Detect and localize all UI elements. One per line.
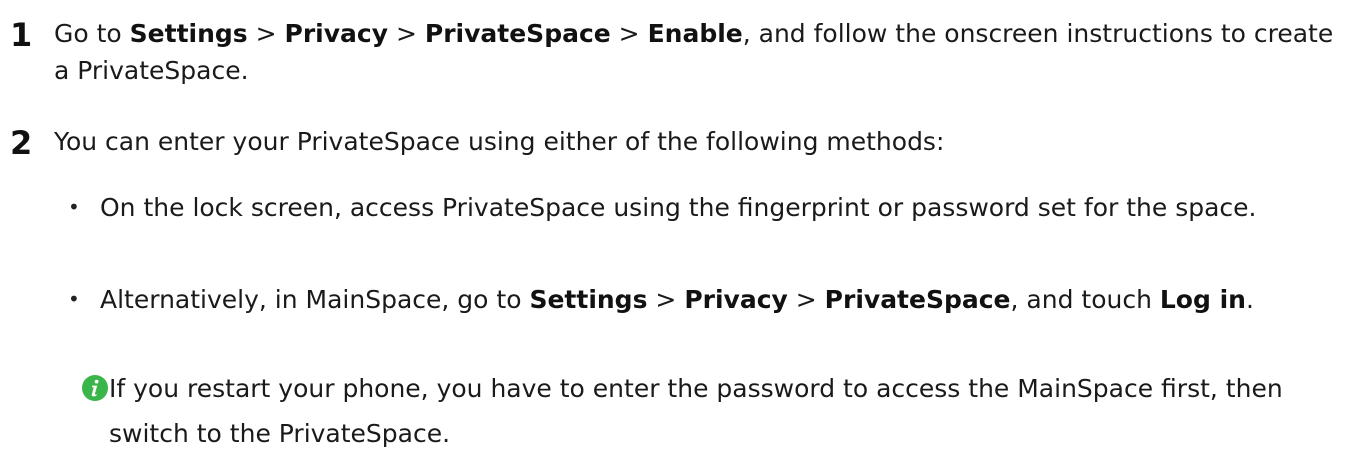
step-number: 1: [10, 16, 33, 54]
step-text: Go to Settings > Privacy > PrivateSpace …: [54, 15, 1339, 89]
bullet-marker: •: [68, 195, 80, 219]
document-page: 1 Go to Settings > Privacy > PrivateSpac…: [0, 0, 1358, 468]
list-item-text: On the lock screen, access PrivateSpace …: [100, 193, 1257, 222]
info-icon: [82, 375, 108, 401]
menu-path-privacy: Privacy: [284, 19, 389, 48]
list-item: • On the lock screen, access PrivateSpac…: [68, 185, 1345, 230]
path-separator: >: [647, 285, 685, 314]
text-segment: .: [1245, 285, 1254, 314]
list-item-text: Alternatively, in MainSpace, go to Setti…: [100, 285, 1254, 314]
bullet-marker: •: [68, 287, 80, 311]
list-item: • Alternatively, in MainSpace, go to Set…: [68, 277, 1345, 322]
step-number: 2: [10, 124, 33, 162]
menu-path-privatespace: PrivateSpace: [824, 285, 1011, 314]
menu-path-enable: Enable: [647, 19, 743, 48]
text-segment: Alternatively, in MainSpace, go to: [100, 285, 530, 314]
path-separator: >: [787, 285, 825, 314]
menu-path-settings: Settings: [529, 285, 648, 314]
path-separator: >: [388, 19, 425, 48]
menu-path-privatespace: PrivateSpace: [424, 19, 611, 48]
menu-path-privacy: Privacy: [684, 285, 788, 314]
text-segment: Go to: [54, 19, 130, 48]
note-text: If you restart your phone, you have to e…: [109, 374, 1283, 448]
text-segment: , and touch: [1010, 285, 1160, 314]
step-text: You can enter your PrivateSpace using ei…: [54, 127, 945, 156]
log-in-label: Log in: [1159, 285, 1246, 314]
path-separator: >: [247, 19, 285, 48]
path-separator: >: [610, 19, 648, 48]
menu-path-settings: Settings: [129, 19, 248, 48]
